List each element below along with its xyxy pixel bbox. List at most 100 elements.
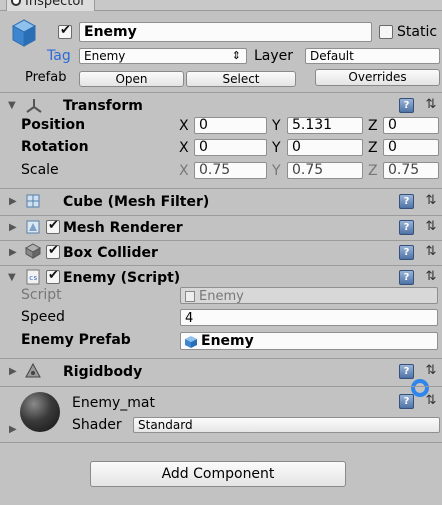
- mesh-filter-icon: [25, 193, 41, 209]
- box-collider-header[interactable]: ▶ Box Collider ? ⇅: [0, 242, 442, 266]
- box-collider-title: Box Collider: [63, 245, 158, 261]
- rotation-z-label[interactable]: Z: [368, 139, 378, 157]
- material-preview: [20, 392, 60, 432]
- rotation-y-field[interactable]: 0: [287, 139, 363, 156]
- foldout-collapsed-icon: ▶: [9, 247, 17, 258]
- script-label: Script: [21, 287, 62, 303]
- inspector-tab-label: Inspector: [25, 0, 86, 9]
- rigidbody-header[interactable]: ▶ Rigidbody ? ⇅: [0, 361, 442, 385]
- divider: [0, 442, 442, 443]
- foldout-collapsed-icon: ▶: [9, 222, 17, 233]
- help-icon[interactable]: ?: [399, 364, 414, 379]
- help-icon[interactable]: ?: [399, 270, 414, 285]
- position-z-value: 0: [388, 117, 397, 133]
- script-object-value: Enemy: [199, 289, 244, 304]
- settings-icon[interactable]: ⇅: [424, 98, 438, 112]
- position-y-value: 5.131: [292, 117, 333, 133]
- position-z-field[interactable]: 0: [383, 117, 439, 134]
- settings-icon[interactable]: ⇅: [424, 245, 438, 259]
- gameobject-name-field[interactable]: Enemy: [79, 22, 372, 42]
- gameobject-active-checkbox[interactable]: [58, 23, 72, 39]
- scale-y-value: 0.75: [292, 162, 324, 178]
- layer-label: Layer: [254, 48, 294, 64]
- rotation-label: Rotation: [21, 139, 89, 155]
- box-collider-icon: [24, 243, 42, 259]
- enemy-prefab-object-field[interactable]: Enemy: [180, 332, 438, 350]
- settings-icon[interactable]: ⇅: [424, 364, 438, 378]
- inspector-tab[interactable]: Inspector: [6, 0, 95, 11]
- position-z-label[interactable]: Z: [368, 117, 378, 135]
- rigidbody-title: Rigidbody: [63, 364, 143, 380]
- inspector-tab-bar: Inspector: [0, 0, 442, 11]
- gameobject-icon: [11, 18, 37, 48]
- scale-x-value: 0.75: [199, 162, 231, 178]
- shader-dropdown[interactable]: Standard: [133, 417, 440, 433]
- scale-y-field[interactable]: 0.75: [287, 162, 363, 179]
- mesh-renderer-header[interactable]: ▶ Mesh Renderer ? ⇅: [0, 217, 442, 241]
- divider: [0, 188, 442, 189]
- settings-icon[interactable]: ⇅: [424, 270, 438, 284]
- add-component-button[interactable]: Add Component: [90, 461, 346, 487]
- static-checkbox[interactable]: [379, 25, 393, 39]
- prefab-open-button[interactable]: Open: [79, 71, 184, 87]
- speed-field[interactable]: 4: [180, 309, 438, 326]
- scale-z-value: 0.75: [388, 162, 420, 178]
- prefab-label: Prefab: [25, 70, 67, 85]
- gameobject-name-value: Enemy: [84, 24, 137, 40]
- scale-y-label[interactable]: Y: [272, 162, 281, 180]
- help-icon[interactable]: ?: [399, 394, 414, 409]
- rotation-y-label[interactable]: Y: [272, 139, 281, 157]
- enemy-script-enabled-checkbox[interactable]: [46, 268, 60, 284]
- scale-x-label[interactable]: X: [179, 162, 189, 180]
- tag-dropdown[interactable]: Enemy ⇕: [79, 48, 247, 64]
- scale-label: Scale: [21, 162, 59, 178]
- prefab-open-label: Open: [115, 72, 148, 86]
- position-x-label[interactable]: X: [179, 117, 189, 135]
- layer-dropdown-value: Default: [310, 49, 354, 63]
- scale-z-label[interactable]: Z: [368, 162, 378, 180]
- mesh-renderer-icon: [25, 219, 41, 235]
- settings-icon[interactable]: ⇅: [424, 394, 438, 408]
- divider: [0, 240, 442, 241]
- mesh-renderer-enabled-checkbox[interactable]: [46, 218, 60, 234]
- settings-icon[interactable]: ⇅: [424, 220, 438, 234]
- position-y-field[interactable]: 5.131: [287, 117, 363, 134]
- rigidbody-icon: [25, 362, 41, 379]
- svg-text:cs: cs: [29, 274, 37, 282]
- layer-dropdown[interactable]: Default: [305, 48, 440, 64]
- position-y-label[interactable]: Y: [272, 117, 281, 135]
- help-icon[interactable]: ?: [399, 98, 414, 113]
- position-label: Position: [21, 117, 86, 133]
- box-collider-enabled-checkbox[interactable]: [46, 243, 60, 259]
- enemy-prefab-value: Enemy: [201, 333, 254, 349]
- mesh-filter-title: Cube (Mesh Filter): [63, 194, 210, 210]
- divider: [0, 265, 442, 266]
- rotation-y-value: 0: [292, 139, 301, 155]
- mesh-filter-header[interactable]: ▶ Cube (Mesh Filter) ? ⇅: [0, 191, 442, 215]
- transform-title: Transform: [63, 98, 143, 114]
- add-component-label: Add Component: [161, 466, 275, 482]
- prefab-overrides-button[interactable]: Overrides: [315, 69, 440, 86]
- prefab-cube-icon: [184, 335, 198, 349]
- prefab-select-button[interactable]: Select: [186, 71, 296, 87]
- enemy-prefab-label: Enemy Prefab: [21, 332, 131, 348]
- static-label: Static: [397, 24, 438, 40]
- rotation-z-field[interactable]: 0: [383, 139, 439, 156]
- help-icon[interactable]: ?: [399, 245, 414, 260]
- rotation-x-label[interactable]: X: [179, 139, 189, 157]
- settings-icon[interactable]: ⇅: [424, 194, 438, 208]
- rotation-x-field[interactable]: 0: [194, 139, 267, 156]
- foldout-collapsed-icon: ▶: [9, 424, 17, 435]
- speed-value: 4: [185, 311, 194, 326]
- rotation-x-value: 0: [199, 139, 208, 155]
- inspector-tab-icon: [11, 0, 21, 6]
- scale-z-field[interactable]: 0.75: [383, 162, 439, 179]
- tag-dropdown-value: Enemy: [84, 49, 126, 63]
- help-icon[interactable]: ?: [399, 194, 414, 209]
- script-icon: cs: [25, 269, 41, 285]
- foldout-expanded-icon: ▼: [8, 100, 16, 111]
- position-x-field[interactable]: 0: [194, 117, 267, 134]
- foldout-collapsed-icon: ▶: [9, 366, 17, 377]
- scale-x-field[interactable]: 0.75: [194, 162, 267, 179]
- help-icon[interactable]: ?: [399, 220, 414, 235]
